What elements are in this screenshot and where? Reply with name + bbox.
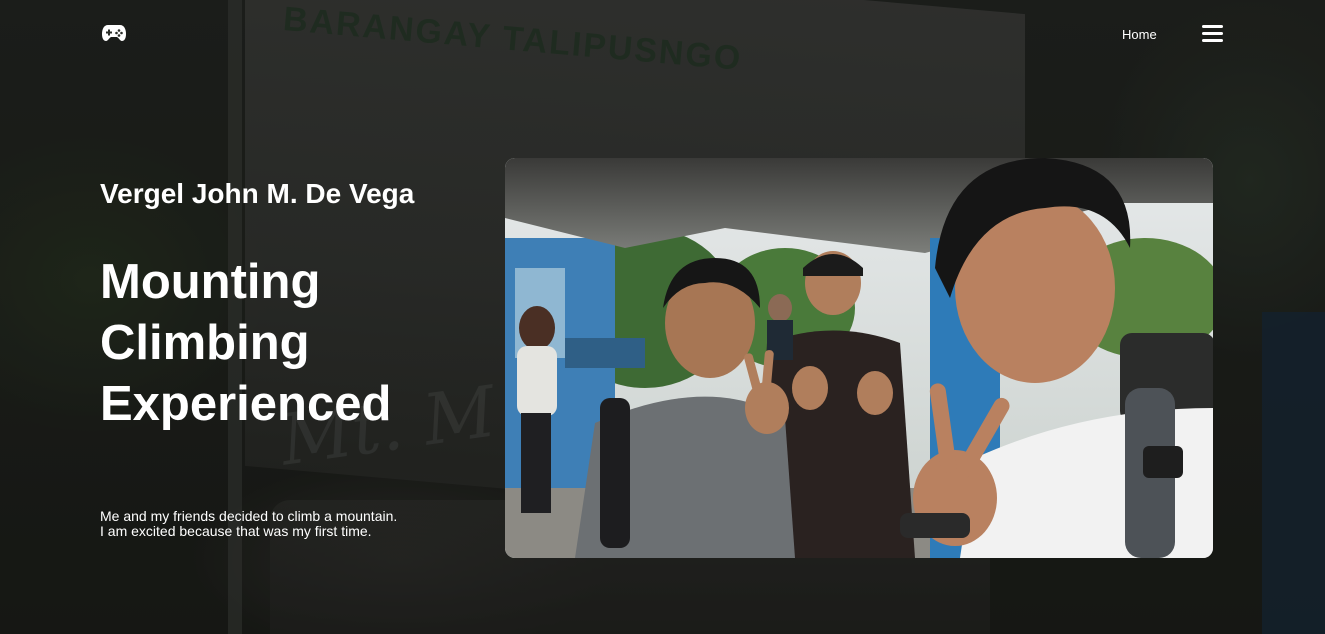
group-selfie-photo xyxy=(505,158,1213,558)
hero-description: Me and my friends decided to climb a mou… xyxy=(100,509,397,539)
headline-line: Mounting xyxy=(100,255,321,309)
nav-home-link[interactable]: Home xyxy=(1122,27,1157,42)
author-name: Vergel John M. De Vega xyxy=(100,178,415,209)
description-line: Me and my friends decided to climb a mou… xyxy=(100,508,398,524)
gamepad-icon[interactable] xyxy=(101,24,127,42)
menu-bar xyxy=(1202,39,1223,42)
menu-bar xyxy=(1202,32,1223,35)
description-line: I am excited because that was my first t… xyxy=(100,523,372,539)
page: BARANGAY TALIPUSNGO Mt. M Home Vergel Jo… xyxy=(0,0,1325,634)
hero-headline: Mounting Climbing Experienced xyxy=(100,252,391,435)
hero-photo xyxy=(505,158,1213,558)
headline-line: Climbing xyxy=(100,316,310,370)
menu-bar xyxy=(1202,25,1223,28)
hamburger-menu-icon[interactable] xyxy=(1202,24,1223,42)
headline-line: Experienced xyxy=(100,377,392,431)
